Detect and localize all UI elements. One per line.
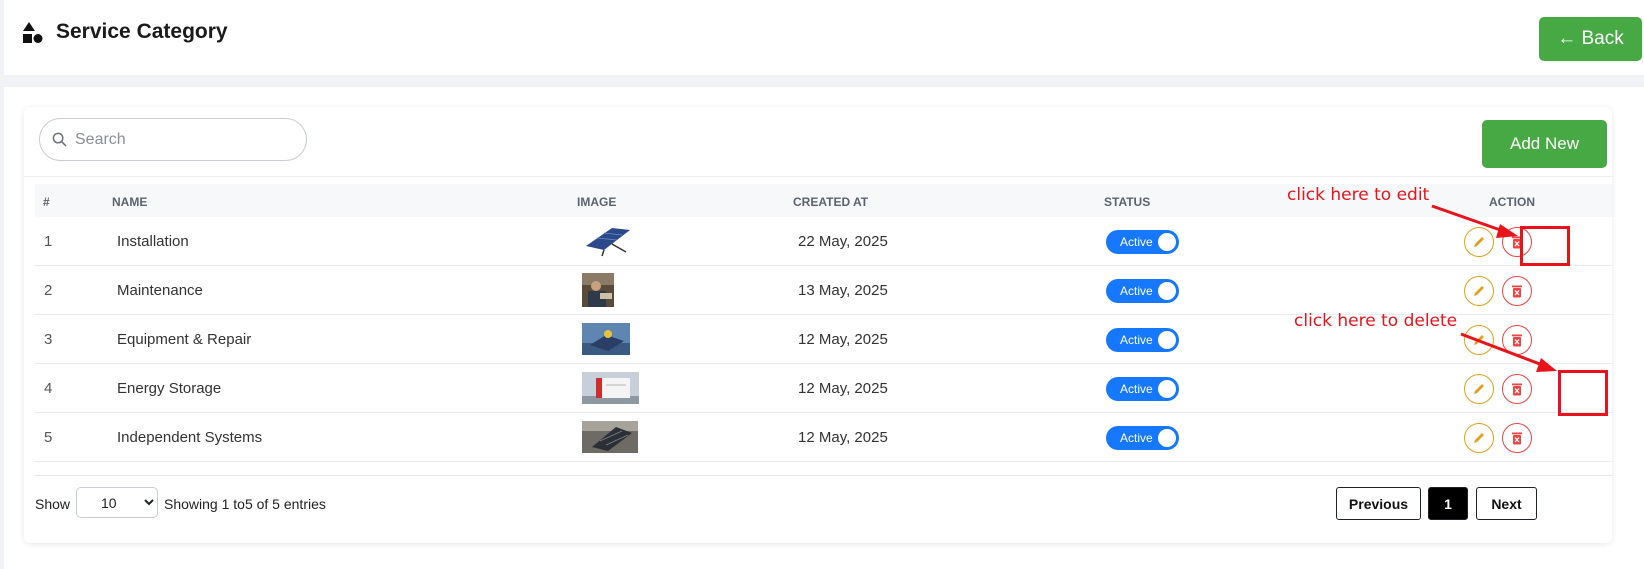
delete-button[interactable] [1502, 276, 1532, 306]
table-row: 2 Maintenance 13 May, 2025 Active [35, 266, 1612, 315]
toggle-knob [1158, 380, 1176, 398]
trash-icon [1512, 334, 1522, 347]
toggle-knob [1158, 429, 1176, 447]
status-toggle[interactable]: Active [1106, 426, 1179, 450]
category-name: Maintenance [117, 282, 203, 299]
add-new-button[interactable]: Add New [1482, 120, 1607, 168]
pencil-icon [1474, 384, 1484, 394]
row-number: 1 [44, 233, 53, 250]
row-number: 3 [44, 331, 53, 348]
search-icon [52, 132, 67, 147]
column-header-name: NAME [112, 195, 148, 209]
back-button[interactable]: ← Back [1539, 17, 1642, 61]
table-row: 1 Installation 22 May, 2025 Active [35, 217, 1612, 266]
divider [24, 176, 1612, 177]
status-toggle[interactable]: Active [1106, 377, 1179, 401]
status-label: Active [1120, 284, 1153, 298]
edit-highlight-box [1520, 226, 1570, 266]
category-name: Installation [117, 233, 189, 250]
entries-info: Showing 1 to5 of 5 entries [164, 496, 326, 512]
delete-button[interactable] [1502, 374, 1532, 404]
toggle-knob [1158, 331, 1176, 349]
delete-button[interactable] [1502, 325, 1532, 355]
category-name: Equipment & Repair [117, 331, 252, 348]
column-header-status: STATUS [1104, 195, 1151, 209]
column-header-number: # [43, 195, 50, 209]
status-label: Active [1120, 333, 1153, 347]
created-date: 12 May, 2025 [798, 429, 888, 446]
row-number: 5 [44, 429, 53, 446]
created-date: 12 May, 2025 [798, 380, 888, 397]
status-label: Active [1120, 431, 1153, 445]
pencil-icon [1474, 237, 1484, 247]
category-name: Independent Systems [117, 429, 263, 446]
pencil-icon [1474, 335, 1484, 345]
trash-icon [1512, 432, 1522, 445]
search-input[interactable] [75, 130, 295, 149]
pencil-icon [1474, 433, 1484, 443]
edit-hint-annotation: click here to edit [1287, 185, 1430, 205]
shapes-icon [23, 22, 43, 43]
page-size-select[interactable]: 10 [76, 487, 158, 518]
edit-button[interactable] [1464, 374, 1494, 404]
maintenance-image [582, 273, 614, 307]
status-label: Active [1120, 382, 1153, 396]
next-page-button[interactable]: Next [1476, 487, 1537, 520]
page-header: Service Category [4, 0, 1644, 75]
row-number: 4 [44, 380, 53, 397]
edit-button[interactable] [1464, 227, 1494, 257]
created-date: 13 May, 2025 [798, 282, 888, 299]
edit-button[interactable] [1464, 276, 1494, 306]
page-title: Service Category [56, 20, 228, 43]
delete-highlight-box [1558, 370, 1608, 416]
row-number: 2 [44, 282, 53, 299]
created-date: 12 May, 2025 [798, 331, 888, 348]
delete-button[interactable] [1502, 423, 1532, 453]
divider [35, 475, 1612, 476]
edit-button[interactable] [1464, 325, 1494, 355]
edit-button[interactable] [1464, 423, 1494, 453]
status-toggle[interactable]: Active [1106, 279, 1179, 303]
equipment-repair-image [582, 323, 630, 355]
delete-hint-annotation: click here to delete [1294, 311, 1458, 331]
search-box[interactable] [39, 118, 307, 161]
column-header-image: IMAGE [577, 195, 617, 209]
trash-icon [1512, 383, 1522, 396]
pencil-icon [1474, 286, 1484, 296]
trash-icon [1512, 285, 1522, 298]
created-date: 22 May, 2025 [798, 233, 888, 250]
solar-panel-image [582, 224, 632, 258]
energy-storage-image [582, 372, 639, 404]
independent-systems-image [582, 421, 638, 453]
show-label: Show [35, 496, 71, 512]
current-page-button[interactable]: 1 [1428, 487, 1468, 520]
status-label: Active [1120, 235, 1153, 249]
table-row: 5 Independent Systems 12 May, 2025 Activ… [35, 413, 1612, 462]
toggle-knob [1158, 282, 1176, 300]
column-header-created-at: CREATED AT [793, 195, 869, 209]
status-toggle[interactable]: Active [1106, 230, 1179, 254]
column-header-action: ACTION [1489, 195, 1535, 209]
toggle-knob [1158, 233, 1176, 251]
table-row: 4 Energy Storage 12 May, 2025 Active [35, 364, 1612, 413]
category-name: Energy Storage [117, 380, 222, 397]
status-toggle[interactable]: Active [1106, 328, 1179, 352]
previous-page-button[interactable]: Previous [1336, 487, 1421, 520]
